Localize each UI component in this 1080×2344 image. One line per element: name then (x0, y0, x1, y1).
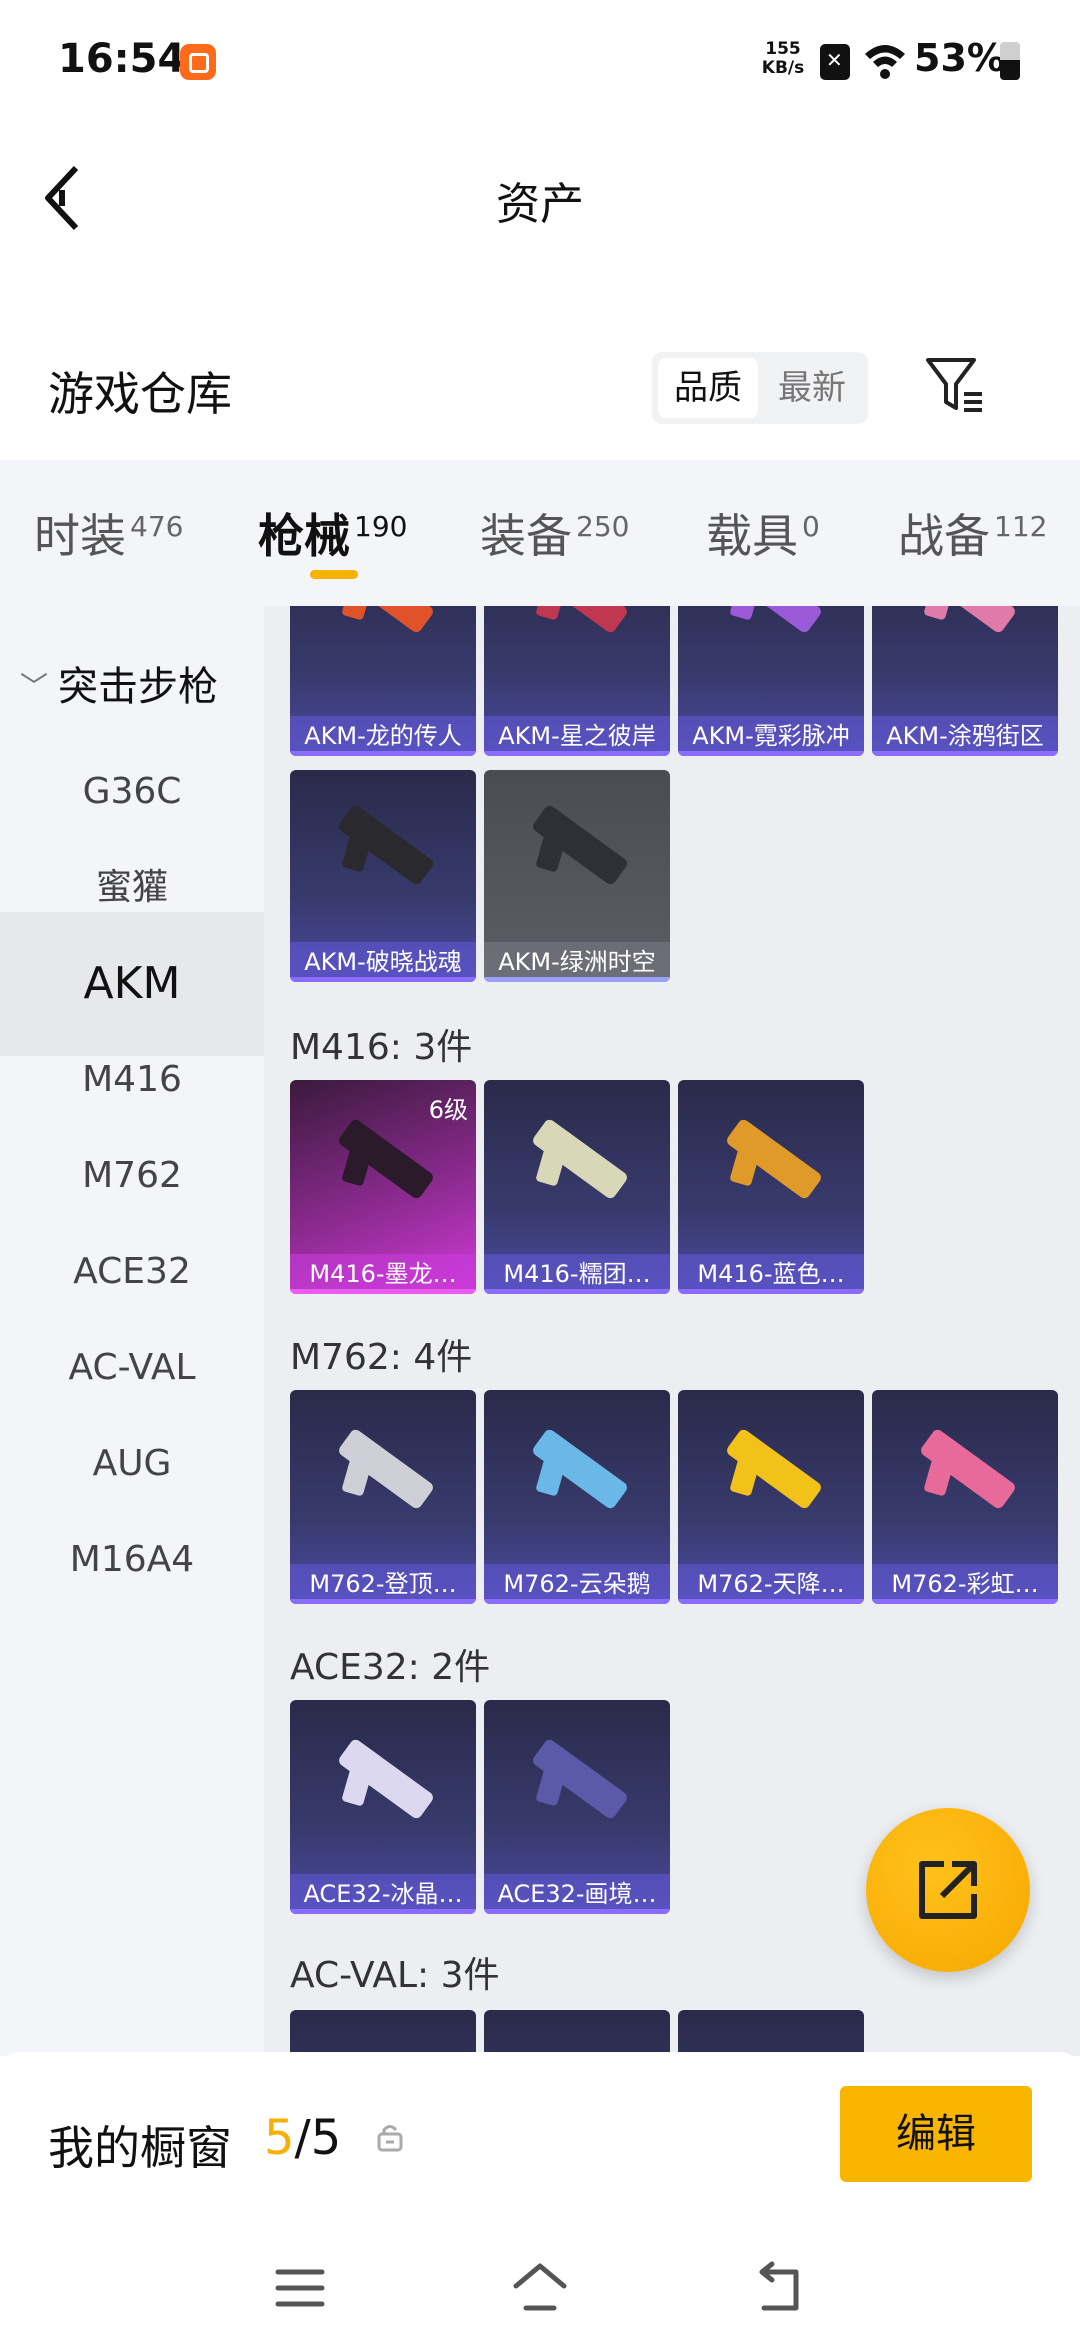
section-title-ace32: ACE32: 2件 (290, 1647, 491, 1688)
gun-skin-image (336, 1427, 436, 1511)
gun-skin-image (336, 1117, 436, 1201)
skin-name: M762-彩虹… (872, 1564, 1058, 1604)
sort-latest-button[interactable]: 最新 (762, 358, 862, 418)
skin-name: M762-云朵鹅 (484, 1564, 670, 1604)
skin-name: M762-天降… (678, 1564, 864, 1604)
skin-card[interactable]: M762-登顶… (290, 1390, 476, 1604)
wifi-icon (865, 45, 905, 79)
page-title: 资产 (496, 179, 584, 230)
section-title-ac-val: AC-VAL: 3件 (290, 1955, 500, 1996)
skin-name: M416-蓝色… (678, 1254, 864, 1294)
skin-card[interactable]: AKM-龙的传人 (290, 606, 476, 756)
skin-name: M762-登顶… (290, 1564, 476, 1604)
battery-percent: 53% (914, 36, 1005, 80)
battery-icon (1000, 42, 1020, 80)
section-title-m762: M762: 4件 (290, 1337, 473, 1378)
tab-vehicles[interactable]: 载具 0 (706, 500, 820, 566)
network-speed: 155 KB/s (761, 39, 805, 78)
skin-card[interactable]: M762-彩虹… (872, 1390, 1058, 1604)
weapon-sidebar: ﹀ 突击步枪 G36C 蜜獾 AKM M416 M762 ACE32 AC-VAL… (0, 606, 264, 2056)
gun-skin-image (530, 606, 630, 635)
skin-card[interactable]: M762-云朵鹅 (484, 1390, 670, 1604)
chevron-down-icon: ﹀ (20, 670, 49, 703)
status-bar: 16:54 155 KB/s 53% (0, 0, 1080, 120)
skin-card[interactable]: AKM-霓彩脉冲 (678, 606, 864, 756)
filter-icon[interactable] (924, 354, 986, 416)
skin-card[interactable]: 6级 M416-墨龙… (290, 1080, 476, 1294)
edit-button[interactable]: 编辑 (840, 2086, 1032, 2182)
tab-fashion[interactable]: 时装 476 (34, 500, 183, 566)
sidebar-item-m16a4[interactable]: M16A4 (0, 1488, 264, 1632)
skin-card[interactable]: AKM-破晓战魂 (290, 770, 476, 982)
skin-name: ACE32-画境… (484, 1874, 670, 1914)
no-sim-icon (820, 44, 850, 80)
tab-equipment[interactable]: 装备 250 (480, 500, 629, 566)
share-export-icon (919, 1861, 977, 1919)
skin-card[interactable]: AKM-涂鸦街区 (872, 606, 1058, 756)
skin-card[interactable]: AKM-星之彼岸 (484, 606, 670, 756)
skin-card[interactable]: M416-蓝色… (678, 1080, 864, 1294)
skin-name: AKM-龙的传人 (290, 716, 476, 756)
active-tab-indicator (310, 570, 358, 579)
gun-skin-image (336, 1737, 436, 1821)
skin-name: AKM-破晓战魂 (290, 942, 476, 982)
skin-name: M416-糯团… (484, 1254, 670, 1294)
app-notification-icon (180, 44, 216, 80)
grade-badge: 6级 (428, 1096, 468, 1124)
showcase-count: 5/5 (264, 2110, 342, 2166)
skin-card[interactable]: ACE32-画境… (484, 1700, 670, 1914)
gun-skin-image (724, 1117, 824, 1201)
warehouse-title: 游戏仓库 (48, 367, 232, 421)
skin-card[interactable]: M762-天降… (678, 1390, 864, 1604)
showcase-label: 我的橱窗 (48, 2121, 232, 2175)
sort-toggle: 品质 最新 (652, 352, 868, 424)
skin-name: AKM-涂鸦街区 (872, 716, 1058, 756)
skin-card[interactable] (678, 2010, 864, 2056)
lock-icon (377, 2125, 403, 2152)
skin-card[interactable]: AKM-绿洲时空 (484, 770, 670, 982)
skin-name: AKM-星之彼岸 (484, 716, 670, 756)
gun-skin-image (918, 606, 1018, 635)
gun-skin-image (530, 1117, 630, 1201)
back-nav-icon[interactable] (750, 2258, 810, 2318)
battery-fill (1000, 59, 1020, 80)
gun-skin-image (724, 606, 824, 635)
skin-card[interactable]: ACE32-冰晶… (290, 1700, 476, 1914)
gun-skin-image (530, 1737, 630, 1821)
sort-quality-button[interactable]: 品质 (658, 358, 758, 418)
skin-card[interactable]: M416-糯团… (484, 1080, 670, 1294)
system-navigation-bar (0, 2232, 1080, 2344)
skin-name: ACE32-冰晶… (290, 1874, 476, 1914)
gun-skin-image (530, 1427, 630, 1511)
section-title-m416: M416: 3件 (290, 1027, 473, 1068)
gun-skin-image (724, 1427, 824, 1511)
skin-name: AKM-绿洲时空 (484, 942, 670, 982)
gun-skin-image (336, 606, 436, 635)
gun-skin-image (918, 1427, 1018, 1511)
skin-card[interactable] (484, 2010, 670, 2056)
share-fab-button[interactable] (866, 1808, 1030, 1972)
menu-icon[interactable] (270, 2258, 330, 2318)
home-icon[interactable] (510, 2258, 570, 2318)
skin-card[interactable] (290, 2010, 476, 2056)
tab-gear[interactable]: 战备 112 (898, 500, 1047, 566)
tab-guns[interactable]: 枪械 190 (258, 500, 407, 566)
gun-skin-image (336, 803, 436, 887)
sidebar-group-assault-rifles[interactable]: ﹀ 突击步枪 (20, 654, 218, 712)
gun-skin-image (530, 803, 630, 887)
category-tabs: 时装 476 枪械 190 装备 250 载具 0 战备 112 (0, 460, 1080, 606)
status-time: 16:54 (58, 36, 186, 82)
skin-name: M416-墨龙… (290, 1254, 476, 1294)
skin-name: AKM-霓彩脉冲 (678, 716, 864, 756)
